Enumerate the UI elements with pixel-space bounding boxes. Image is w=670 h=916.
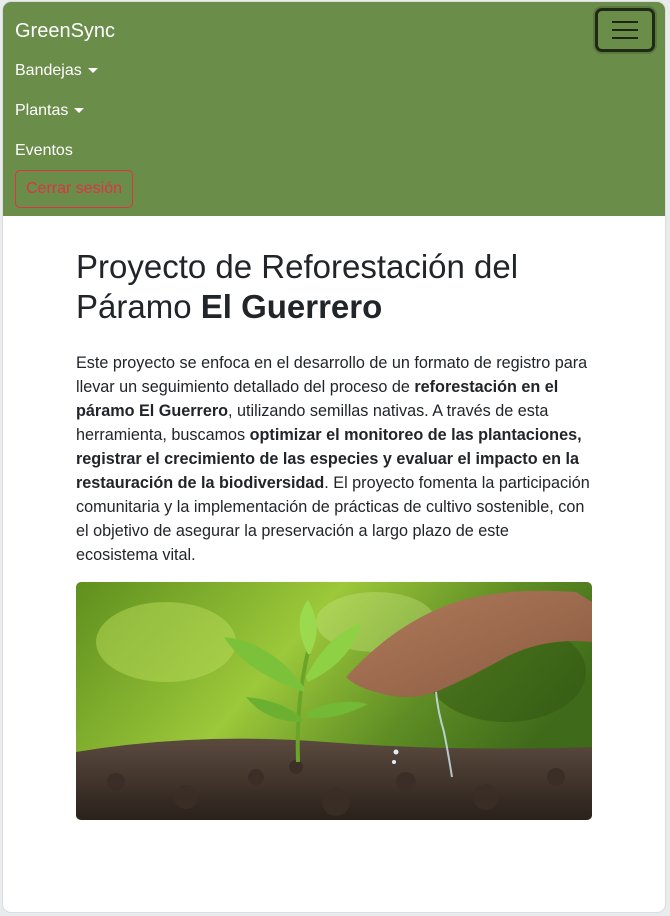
title-bold: El Guerrero — [200, 288, 383, 325]
caret-down-icon — [74, 108, 85, 114]
caret-down-icon — [87, 68, 98, 74]
seedling-photo — [76, 582, 592, 820]
page-title: Proyecto de Reforestación del Páramo El … — [76, 247, 592, 327]
nav-item-label: Bandejas — [15, 62, 82, 79]
nav-item-eventos[interactable]: Eventos — [15, 142, 73, 160]
nav-item-label: Plantas — [15, 102, 69, 119]
nav-item-label: Eventos — [15, 142, 73, 159]
brand-link[interactable]: GreenSync — [15, 20, 115, 43]
main-content: Proyecto de Reforestación del Páramo El … — [76, 247, 592, 820]
page-frame: GreenSync Bandejas Plantas Eventos Cerra… — [3, 2, 665, 912]
nav-item-bandejas[interactable]: Bandejas — [15, 62, 98, 80]
logout-button[interactable]: Cerrar sesión — [15, 170, 133, 208]
project-description: Este proyecto se enfoca en el desarrollo… — [76, 351, 592, 567]
navbar-toggler-button[interactable] — [595, 8, 655, 52]
hamburger-menu-icon — [612, 15, 638, 45]
navbar: GreenSync Bandejas Plantas Eventos Cerra… — [3, 2, 665, 216]
nav-item-plantas[interactable]: Plantas — [15, 102, 85, 120]
